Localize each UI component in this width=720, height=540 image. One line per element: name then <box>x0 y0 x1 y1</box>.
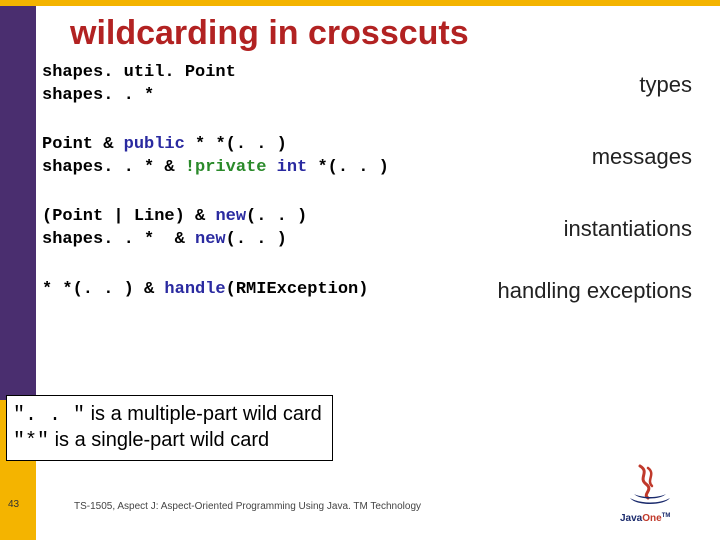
note-text-1: is a multiple-part wild card <box>85 403 322 425</box>
code-token: handle <box>164 280 225 299</box>
code-token: *(. . ) <box>307 158 389 177</box>
code-snippet: Point & public * *(. . ) shapes. . * & !… <box>42 134 389 180</box>
example-block: Point & public * *(. . ) shapes. . * & !… <box>42 134 710 180</box>
top-accent-bar <box>0 0 720 6</box>
logo-text: JavaOneTM <box>620 513 700 524</box>
code-snippet: (Point | Line) & new(. . ) shapes. . * &… <box>42 206 307 252</box>
code-token: (RMIException) <box>226 280 369 299</box>
code-token: Point & <box>42 135 124 154</box>
wildcard-note-box: ". . " is a multiple-part wild card "*" … <box>6 395 333 461</box>
code-token: shapes. util. Point <box>42 63 236 82</box>
java-steam-icon <box>620 464 680 508</box>
logo-brand: Java <box>620 513 642 524</box>
example-block: * *(. . ) & handle(RMIException) handling… <box>42 278 710 304</box>
note-quote-2: "*" <box>13 430 49 453</box>
note-quote-1: ". . " <box>13 404 85 427</box>
code-token: public <box>124 135 185 154</box>
slide-number: 43 <box>8 499 19 510</box>
logo-tm: TM <box>662 513 671 519</box>
javaone-logo: JavaOneTM <box>620 464 700 524</box>
code-token <box>266 158 276 177</box>
code-token: (. . ) <box>226 230 287 249</box>
footer-text: TS-1505, Aspect J: Aspect-Oriented Progr… <box>74 501 421 512</box>
code-token: * *(. . ) <box>185 135 287 154</box>
code-token: new <box>195 230 226 249</box>
code-token: (Point | Line) & <box>42 207 215 226</box>
category-label: instantiations <box>564 216 710 242</box>
code-token: shapes. . * <box>42 86 154 105</box>
code-token: new <box>215 207 246 226</box>
category-label: handling exceptions <box>498 278 710 304</box>
content-area: shapes. util. Point shapes. . * types Poin… <box>42 62 710 330</box>
code-snippet: * *(. . ) & handle(RMIException) <box>42 279 368 302</box>
note-text-2: is a single-part wild card <box>49 429 269 451</box>
code-token: int <box>277 158 308 177</box>
code-token: (. . ) <box>246 207 307 226</box>
note-line-2: "*" is a single-part wild card <box>13 428 322 454</box>
code-snippet: shapes. util. Point shapes. . * <box>42 62 236 108</box>
code-token: shapes. . * & <box>42 230 195 249</box>
example-block: (Point | Line) & new(. . ) shapes. . * &… <box>42 206 710 252</box>
note-line-1: ". . " is a multiple-part wild card <box>13 402 322 428</box>
code-token: shapes. . * & <box>42 158 185 177</box>
code-token: !private <box>185 158 267 177</box>
code-token: * *(. . ) & <box>42 280 164 299</box>
category-label: messages <box>592 144 710 170</box>
category-label: types <box>639 72 710 98</box>
slide-title: wildcarding in crosscuts <box>70 14 469 53</box>
logo-suffix: One <box>642 513 661 524</box>
example-block: shapes. util. Point shapes. . * types <box>42 62 710 108</box>
